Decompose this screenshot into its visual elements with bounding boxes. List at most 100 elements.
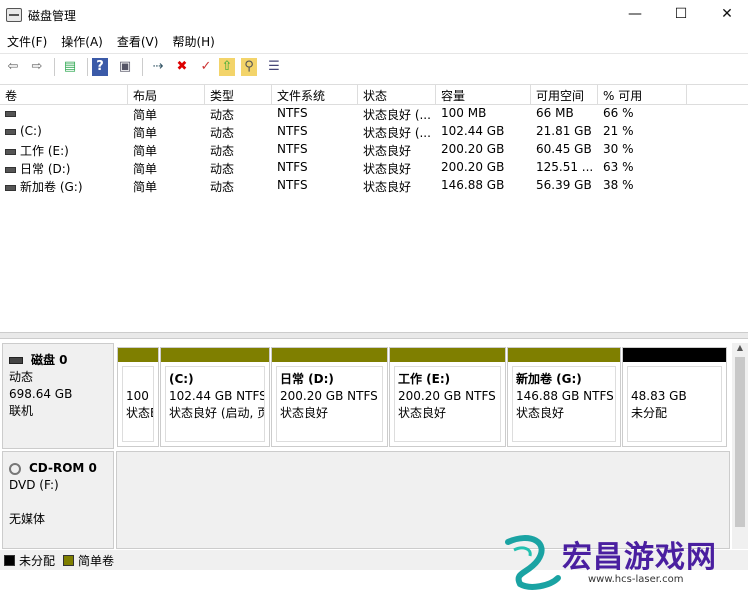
volume-drive-icon xyxy=(5,128,16,135)
free-space-cell: 56.39 GB xyxy=(536,178,592,192)
title-bar: 磁盘管理 — ☐ ✕ xyxy=(0,0,748,30)
partition-unallocated[interactable]: 48.83 GB 未分配 xyxy=(622,347,727,447)
status-cell: 状态良好 xyxy=(363,144,412,158)
column-header-free-space[interactable]: 可用空间 xyxy=(531,85,598,104)
pane-splitter[interactable] xyxy=(0,332,748,339)
free-space-cell: 60.45 GB xyxy=(536,142,592,156)
cdrom-name: CD-ROM 0 xyxy=(29,461,97,475)
partition-d[interactable]: 日常 (D:) 200.20 GB NTFS 状态良好 xyxy=(271,347,388,447)
menu-help[interactable]: 帮助(H) xyxy=(165,30,221,52)
volume-drive-icon xyxy=(5,166,16,173)
column-header-percent-free[interactable]: % 可用 xyxy=(598,85,687,104)
back-arrow-icon[interactable]: ⇦ xyxy=(2,56,24,78)
partition-system-reserved[interactable]: 100 I 状态E xyxy=(117,347,159,447)
type-cell: 动态 xyxy=(210,108,235,122)
partition-status: 状态良好 xyxy=(280,406,329,420)
filesystem-cell: NTFS xyxy=(277,106,308,120)
column-header-status[interactable]: 状态 xyxy=(358,85,436,104)
partition-c[interactable]: (C:) 102.44 GB NTFS 状态良好 (启动, 页 xyxy=(160,347,270,447)
partition-name: 新加卷 (G:) xyxy=(516,372,582,386)
help-icon[interactable]: ? xyxy=(92,57,108,76)
free-space-cell: 66 MB xyxy=(536,106,574,120)
disk-map-pane: 磁盘 0 动态 698.64 GB 联机 100 I 状态E (C:) 102.… xyxy=(0,339,748,550)
column-header-type[interactable]: 类型 xyxy=(205,85,272,104)
partition-size: 102.44 GB NTFS xyxy=(169,389,265,403)
cdrom-media-status: 无媒体 xyxy=(9,512,46,526)
partition-status: 状态E xyxy=(126,406,153,420)
column-header-layout[interactable]: 布局 xyxy=(128,85,205,104)
disk-0-label[interactable]: 磁盘 0 动态 698.64 GB 联机 xyxy=(2,343,114,449)
cdrom-0-label[interactable]: CD-ROM 0 DVD (F:) 无媒体 xyxy=(2,451,114,549)
toolbar: ⇦ ⇨ ▤ ? ▣ ⇢ ✖ ✓ ⇧ ⚲ ☰ xyxy=(0,53,748,79)
status-cell: 状态良好 (... xyxy=(363,126,431,140)
checkmark-icon[interactable]: ✓ xyxy=(195,56,217,78)
properties-icon[interactable]: ▤ xyxy=(59,56,81,78)
search-folder-icon[interactable]: ⚲ xyxy=(241,57,257,76)
menu-action[interactable]: 操作(A) xyxy=(54,30,110,52)
scroll-up-icon[interactable]: ▲ xyxy=(732,343,748,355)
percent-free-cell: 21 % xyxy=(603,124,634,138)
percent-free-cell: 38 % xyxy=(603,178,634,192)
percent-free-cell: 30 % xyxy=(603,142,634,156)
volume-name: 日常 (D:) xyxy=(20,162,71,176)
scrollbar-thumb[interactable] xyxy=(735,357,745,527)
status-cell: 状态良好 xyxy=(363,162,412,176)
partition-name xyxy=(126,371,150,388)
legend-swatch-black xyxy=(4,554,15,566)
partition-name: 日常 (D:) xyxy=(280,372,334,386)
connect-drive-icon[interactable]: ⇢ xyxy=(147,56,169,78)
partition-name: (C:) xyxy=(169,372,194,386)
column-header-filesystem[interactable]: 文件系统 xyxy=(272,85,358,104)
status-cell: 状态良好 (... xyxy=(363,108,431,122)
capacity-cell: 200.20 GB xyxy=(441,160,505,174)
volume-list-table: 卷 布局 类型 文件系统 状态 容量 可用空间 % 可用 简单 动态 NTFS … xyxy=(0,84,748,332)
type-cell: 动态 xyxy=(210,144,235,158)
free-space-cell: 21.81 GB xyxy=(536,124,592,138)
partition-status: 状态良好 xyxy=(516,406,565,420)
partition-name: 工作 (E:) xyxy=(398,372,451,386)
layout-cell: 简单 xyxy=(133,144,158,158)
delete-icon[interactable]: ✖ xyxy=(171,56,193,78)
partition-size: 200.20 GB NTFS xyxy=(398,389,496,403)
menu-file[interactable]: 文件(F) xyxy=(0,30,54,52)
partition-status: 状态良好 (启动, 页 xyxy=(169,406,265,420)
table-row[interactable]: 简单 动态 NTFS 状态良好 (... 100 MB 66 MB 66 % xyxy=(0,105,748,123)
free-space-cell: 125.51 ... xyxy=(536,160,594,174)
table-row[interactable]: 日常 (D:) 简单 动态 NTFS 状态良好 200.20 GB 125.51… xyxy=(0,159,748,177)
dragon-logo-icon xyxy=(505,535,561,590)
vertical-scrollbar[interactable]: ▲ xyxy=(732,343,748,549)
percent-free-cell: 66 % xyxy=(603,106,634,120)
legend-label: 未分配 xyxy=(19,553,56,568)
table-header: 卷 布局 类型 文件系统 状态 容量 可用空间 % 可用 xyxy=(0,85,748,105)
window-title: 磁盘管理 xyxy=(28,9,77,23)
partition-size: 200.20 GB NTFS xyxy=(280,389,378,403)
column-header-capacity[interactable]: 容量 xyxy=(436,85,531,104)
minimize-button[interactable]: — xyxy=(612,0,658,30)
cd-drive-icon xyxy=(9,462,21,475)
close-button[interactable]: ✕ xyxy=(704,0,748,30)
partition-size: 100 I xyxy=(126,389,154,403)
volume-name: (C:) xyxy=(20,124,42,138)
table-row[interactable]: (C:) 简单 动态 NTFS 状态良好 (... 102.44 GB 21.8… xyxy=(0,123,748,141)
console-icon[interactable]: ▣ xyxy=(114,56,136,78)
table-row[interactable]: 工作 (E:) 简单 动态 NTFS 状态良好 200.20 GB 60.45 … xyxy=(0,141,748,159)
column-header-volume[interactable]: 卷 xyxy=(0,85,128,104)
volume-drive-icon xyxy=(5,110,16,117)
disk-management-app-icon xyxy=(6,8,22,22)
filesystem-cell: NTFS xyxy=(277,124,308,138)
watermark-url: www.hcs-laser.com xyxy=(588,574,684,585)
settings-icon[interactable]: ☰ xyxy=(263,56,285,78)
menu-view[interactable]: 查看(V) xyxy=(110,30,166,52)
capacity-cell: 146.88 GB xyxy=(441,178,505,192)
disk-name: 磁盘 0 xyxy=(31,353,68,367)
partition-size: 146.88 GB NTFS xyxy=(516,389,614,403)
maximize-button[interactable]: ☐ xyxy=(658,0,704,30)
filesystem-cell: NTFS xyxy=(277,160,308,174)
table-row[interactable]: 新加卷 (G:) 简单 动态 NTFS 状态良好 146.88 GB 56.39… xyxy=(0,177,748,195)
disk-size: 698.64 GB xyxy=(9,387,73,401)
partition-e[interactable]: 工作 (E:) 200.20 GB NTFS 状态良好 xyxy=(389,347,506,447)
partition-g[interactable]: 新加卷 (G:) 146.88 GB NTFS 状态良好 xyxy=(507,347,621,447)
export-folder-icon[interactable]: ⇧ xyxy=(219,57,235,76)
legend-simple-volume: 简单卷 xyxy=(63,552,114,569)
forward-arrow-icon[interactable]: ⇨ xyxy=(26,56,48,78)
